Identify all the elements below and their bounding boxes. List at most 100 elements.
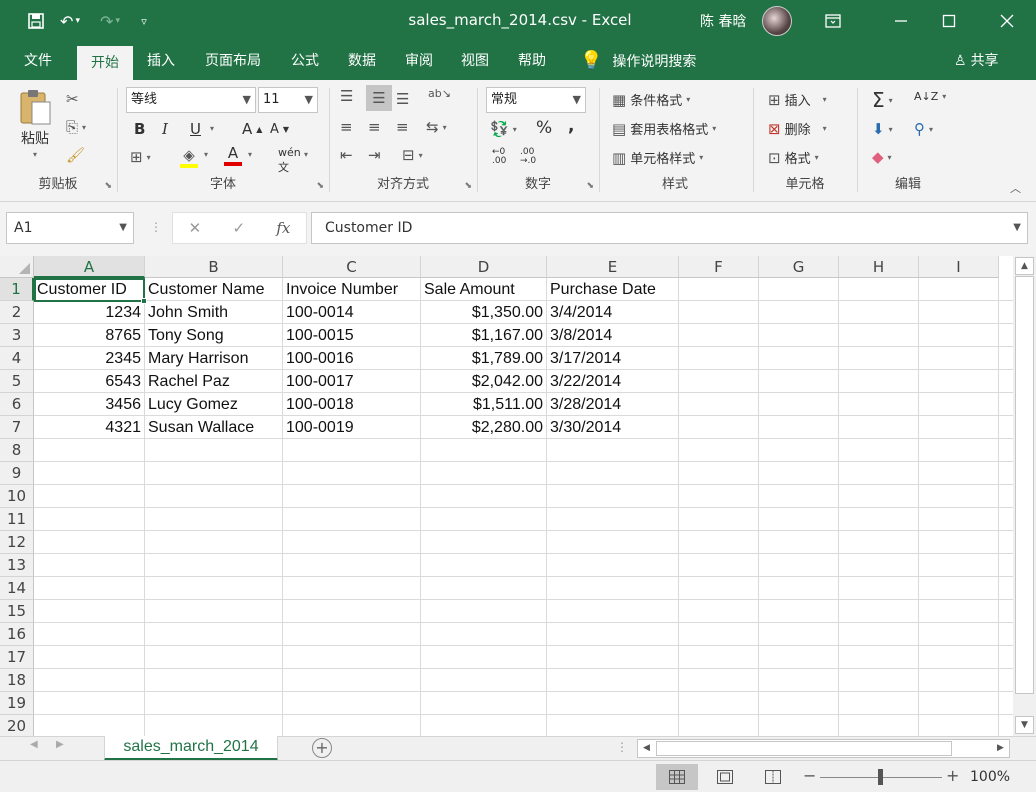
scroll-up-icon[interactable]: ▲ xyxy=(1015,257,1034,275)
tab-help[interactable]: 帮助 xyxy=(505,42,559,80)
horizontal-scroll-thumb[interactable] xyxy=(656,741,952,756)
row-header-5[interactable]: 5 xyxy=(0,370,34,393)
percent-button[interactable]: % xyxy=(536,118,552,138)
cell-b6[interactable]: Lucy Gomez xyxy=(145,393,282,416)
formula-input[interactable]: Customer ID ▼ xyxy=(311,212,1028,244)
zoom-slider-thumb[interactable] xyxy=(878,769,883,785)
insert-cells-button[interactable]: ⊞ 插入 ▾ xyxy=(768,90,827,110)
cut-button[interactable]: ✂ xyxy=(66,90,79,108)
delete-cells-button[interactable]: ⊠ 删除 ▾ xyxy=(768,119,827,139)
cell-d4[interactable]: $1,789.00 xyxy=(421,347,546,370)
format-cells-button[interactable]: ⊡ 格式 ▾ xyxy=(768,148,819,168)
font-size-dropdown[interactable]: 11 ▼ xyxy=(258,87,318,113)
increase-font-size-icon[interactable]: A ▲ xyxy=(242,120,262,138)
next-sheet-icon[interactable]: ▶ xyxy=(56,739,64,750)
decrease-indent-icon[interactable]: ⇤ xyxy=(340,146,353,164)
header-cell-e1[interactable]: Purchase Date xyxy=(547,278,678,301)
cell-c3[interactable]: 100-0015 xyxy=(283,324,420,347)
cell-b2[interactable]: John Smith xyxy=(145,301,282,324)
avatar[interactable] xyxy=(762,6,792,36)
active-cell-selection[interactable] xyxy=(34,278,147,304)
collapse-ribbon-icon[interactable]: ︿ xyxy=(1010,180,1021,196)
cell-a6[interactable]: 3456 xyxy=(34,393,144,416)
cell-e2[interactable]: 3/4/2014 xyxy=(547,301,678,324)
row-header-1[interactable]: 1 xyxy=(0,278,34,301)
row-header-8[interactable]: 8 xyxy=(0,439,34,462)
tab-data[interactable]: 数据 xyxy=(335,42,389,80)
prev-sheet-icon[interactable]: ◀ xyxy=(30,739,38,750)
zoom-in-icon[interactable]: + xyxy=(946,766,959,785)
row-header-4[interactable]: 4 xyxy=(0,347,34,370)
close-icon[interactable] xyxy=(984,0,1030,42)
page-break-preview-icon[interactable] xyxy=(752,764,794,790)
align-center-icon[interactable]: ≡ xyxy=(368,118,381,136)
underline-dropdown-icon[interactable]: ▾ xyxy=(210,124,214,133)
scroll-right-icon[interactable]: ▶ xyxy=(992,740,1009,757)
merge-center-icon[interactable]: ⊟ ▾ xyxy=(402,146,423,164)
underline-button[interactable]: U xyxy=(190,120,201,138)
align-right-icon[interactable]: ≡ xyxy=(396,118,409,136)
accounting-format-button[interactable]: 💱 ▾ xyxy=(490,120,517,138)
zoom-out-icon[interactable]: − xyxy=(803,766,816,785)
cell-c4[interactable]: 100-0016 xyxy=(283,347,420,370)
cell-c6[interactable]: 100-0018 xyxy=(283,393,420,416)
tab-insert[interactable]: 插入 xyxy=(133,42,189,80)
bold-button[interactable]: B xyxy=(134,120,145,138)
save-icon[interactable] xyxy=(22,6,50,36)
name-box[interactable]: A1 ▼ xyxy=(6,212,134,244)
cell-a3[interactable]: 8765 xyxy=(34,324,144,347)
align-left-icon[interactable]: ≡ xyxy=(340,118,353,136)
ribbon-display-options-icon[interactable] xyxy=(810,0,856,42)
header-cell-b1[interactable]: Customer Name xyxy=(145,278,282,301)
paste-button[interactable]: 粘贴 ▾ xyxy=(18,88,52,159)
font-name-dropdown[interactable]: 等线 ▼ xyxy=(126,87,256,113)
tab-review[interactable]: 审阅 xyxy=(392,42,446,80)
redo-icon[interactable]: ↷ ▾ xyxy=(90,6,130,36)
cell-b3[interactable]: Tony Song xyxy=(145,324,282,347)
dialog-launcher-icon[interactable]: ⬊ xyxy=(464,181,472,191)
clear-icon[interactable]: ◆ ▾ xyxy=(872,148,892,166)
cell-e7[interactable]: 3/30/2014 xyxy=(547,416,678,439)
row-header-19[interactable]: 19 xyxy=(0,692,34,715)
phonetic-guide-icon[interactable]: wén 文 xyxy=(278,146,301,175)
format-painter-button[interactable]: 🖌 xyxy=(66,146,85,164)
cell-d5[interactable]: $2,042.00 xyxy=(421,370,546,393)
phonetic-dropdown-icon[interactable]: ▾ xyxy=(304,150,308,159)
sort-filter-icon[interactable]: A↓Z ▾ xyxy=(914,90,946,103)
tab-file[interactable]: 文件 xyxy=(10,42,66,80)
zoom-level[interactable]: 100% xyxy=(970,769,1010,785)
column-header-b[interactable]: B xyxy=(145,256,283,278)
find-select-icon[interactable]: ⚲ ▾ xyxy=(914,120,933,138)
cell-e4[interactable]: 3/17/2014 xyxy=(547,347,678,370)
row-header-13[interactable]: 13 xyxy=(0,554,34,577)
wrap-text-icon[interactable]: ⇆ ▾ xyxy=(426,118,447,136)
row-header-16[interactable]: 16 xyxy=(0,623,34,646)
column-header-e[interactable]: E xyxy=(547,256,679,278)
tell-me-search[interactable]: 💡 操作说明搜索 xyxy=(580,42,696,80)
tab-formulas[interactable]: 公式 xyxy=(278,42,332,80)
cell-d6[interactable]: $1,511.00 xyxy=(421,393,546,416)
row-header-3[interactable]: 3 xyxy=(0,324,34,347)
cancel-icon[interactable]: ✕ xyxy=(189,219,202,237)
font-color-button[interactable]: A xyxy=(224,144,242,166)
fill-color-button[interactable]: ◈ xyxy=(180,146,198,168)
header-cell-c1[interactable]: Invoice Number xyxy=(283,278,420,301)
align-middle-icon[interactable]: ☰ xyxy=(366,85,392,111)
user-name[interactable]: 陈 春晗 xyxy=(700,11,746,31)
cell-b5[interactable]: Rachel Paz xyxy=(145,370,282,393)
row-header-17[interactable]: 17 xyxy=(0,646,34,669)
customize-icon[interactable]: ▿ xyxy=(130,6,158,36)
cell-d7[interactable]: $2,280.00 xyxy=(421,416,546,439)
vertical-scroll-thumb[interactable] xyxy=(1015,276,1034,694)
align-top-icon[interactable]: ☰ xyxy=(340,87,353,105)
row-header-7[interactable]: 7 xyxy=(0,416,34,439)
dialog-launcher-icon[interactable]: ⬊ xyxy=(586,181,594,191)
cell-c2[interactable]: 100-0014 xyxy=(283,301,420,324)
row-header-10[interactable]: 10 xyxy=(0,485,34,508)
fill-down-icon[interactable]: ⬇ ▾ xyxy=(872,120,893,138)
cell-b7[interactable]: Susan Wallace xyxy=(145,416,282,439)
font-color-dropdown-icon[interactable]: ▾ xyxy=(248,150,252,159)
orientation-icon[interactable]: ab↘ xyxy=(428,87,451,100)
row-header-2[interactable]: 2 xyxy=(0,301,34,324)
undo-icon[interactable]: ↶ ▾ xyxy=(50,6,90,36)
